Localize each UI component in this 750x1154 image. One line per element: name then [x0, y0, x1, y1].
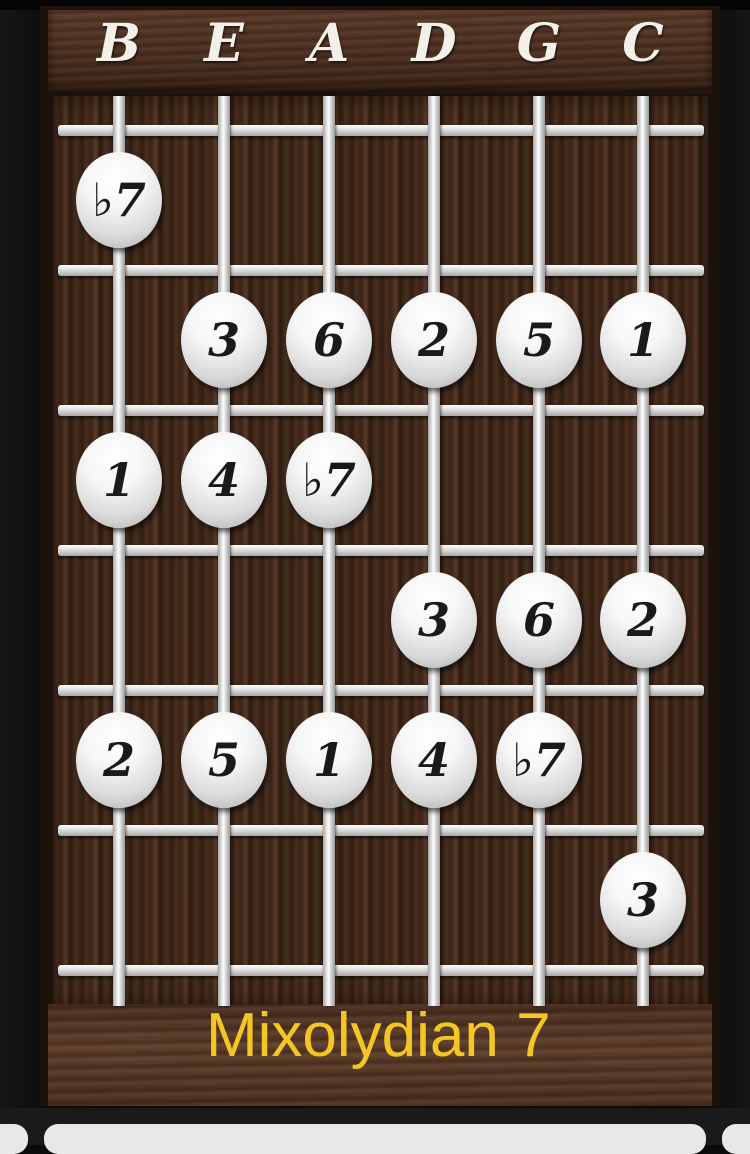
scale-note-dot: 5: [181, 712, 267, 808]
scale-note-dot: ♭7: [76, 152, 162, 248]
string-d: [428, 96, 440, 1006]
scale-note-dot: 5: [496, 292, 582, 388]
string-label-b: B: [97, 13, 141, 74]
fret-line: [58, 125, 704, 136]
string-label-a: A: [308, 13, 350, 74]
fret-line: [58, 825, 704, 836]
fret-line: [58, 685, 704, 696]
fret-line: [58, 545, 704, 556]
scale-title: Mixolydian 7: [206, 1001, 551, 1070]
scale-note-dot: 6: [286, 292, 372, 388]
string-label-g: G: [516, 13, 562, 74]
fret-line: [58, 265, 704, 276]
bottom-address-bar[interactable]: [44, 1124, 706, 1154]
scale-note-dot: 1: [76, 432, 162, 528]
fret-line: [58, 405, 704, 416]
bottom-left-control[interactable]: [0, 1124, 28, 1154]
string-e: [218, 96, 230, 1006]
scale-note-dot: 1: [600, 292, 686, 388]
scale-note-dot: 1: [286, 712, 372, 808]
scale-note-dot: 3: [391, 572, 477, 668]
scale-note-dot: 3: [181, 292, 267, 388]
scale-note-dot: ♭7: [286, 432, 372, 528]
string-label-d: D: [411, 13, 457, 74]
fret-line: [58, 965, 704, 976]
scale-note-dot: 2: [391, 292, 477, 388]
scale-note-dot: 4: [391, 712, 477, 808]
string-label-c: C: [622, 13, 664, 74]
string-a: [323, 96, 335, 1006]
string-g: [533, 96, 545, 1006]
scale-note-dot: 3: [600, 852, 686, 948]
scale-note-dot: 4: [181, 432, 267, 528]
scale-note-dot: 2: [600, 572, 686, 668]
scale-note-dot: ♭7: [496, 712, 582, 808]
string-label-e: E: [204, 13, 244, 74]
scale-note-dot: 6: [496, 572, 582, 668]
background-left-edge: [0, 0, 40, 1110]
bottom-right-control[interactable]: [722, 1124, 750, 1154]
scale-note-dot: 2: [76, 712, 162, 808]
